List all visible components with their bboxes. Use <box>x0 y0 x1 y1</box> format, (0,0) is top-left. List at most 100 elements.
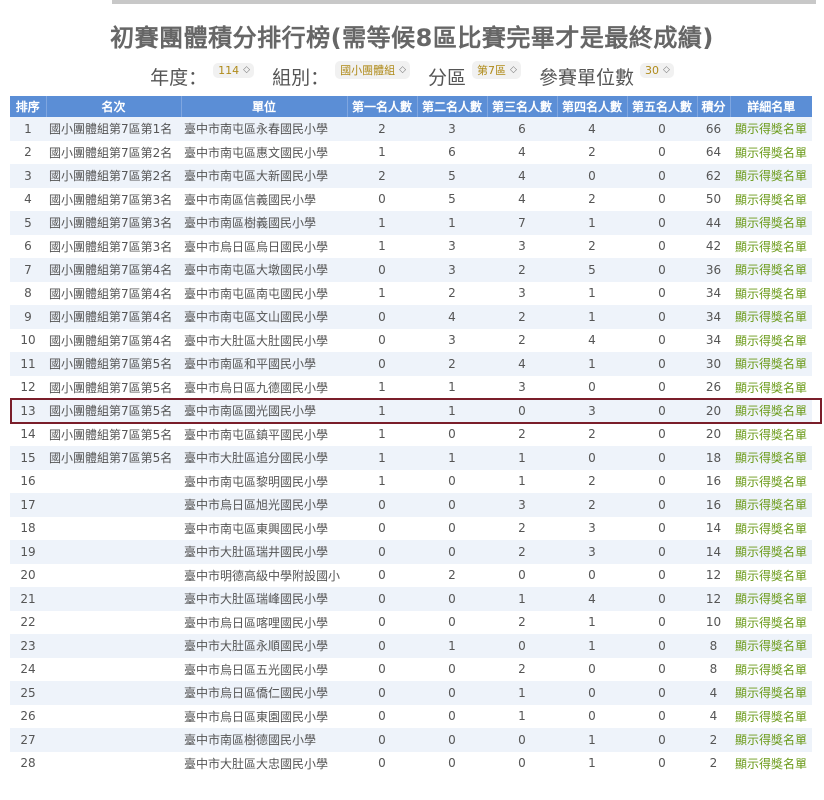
show-award-list-link[interactable]: 顯示得獎名單 <box>735 498 807 512</box>
cell-score: 4 <box>709 685 718 700</box>
table-row: 4 國小團體組第7區第3名 臺中市南區信義國民小學 0 5 4 2 0 50 顯示得獎名單 <box>10 187 812 211</box>
table-row: 23 臺中市大肚區永順國民小學 0 1 0 1 0 8 顯示得獎名單 <box>10 634 812 658</box>
cell-unit: 臺中市南屯區永春國民小學 <box>184 122 329 137</box>
cell-unit: 臺中市大肚區大肚國民小學 <box>184 333 329 348</box>
cell-p5: 0 <box>658 168 666 183</box>
cell-rank: 國小團體組第7區第5名 <box>49 451 173 466</box>
table-row: 16 臺中市南屯區黎明國民小學 1 0 1 2 0 16 顯示得獎名單 <box>10 469 812 494</box>
table-row: 21 臺中市大肚區瑞峰國民小學 0 0 1 4 0 12 顯示得獎名單 <box>10 587 812 611</box>
cell-detail: 顯示得獎名單 <box>730 540 812 564</box>
table-row: 5 國小團體組第7區第3名 臺中市南區樹義國民小學 1 1 7 1 0 44 顯示得獎名單 <box>10 211 812 235</box>
table-row: 17 臺中市烏日區旭光國民小學 0 0 3 2 0 16 顯示得獎名單 <box>10 493 812 517</box>
cell-no: 7 <box>24 262 32 277</box>
show-award-list-link[interactable]: 顯示得獎名單 <box>735 475 807 489</box>
show-award-list-link[interactable]: 顯示得獎名單 <box>735 710 807 724</box>
cell-detail: 顯示得獎名單 <box>730 470 812 494</box>
cell-rank <box>46 470 181 494</box>
show-award-list-link[interactable]: 顯示得獎名單 <box>735 757 807 771</box>
group-label: 組別： <box>272 66 330 89</box>
table-row: 22 臺中市烏日區喀哩國民小學 0 0 2 1 0 10 顯示得獎名單 <box>10 610 812 635</box>
show-award-list-link[interactable]: 顯示得獎名單 <box>735 263 807 277</box>
cell-p2: 0 <box>448 709 456 724</box>
cell-no: 6 <box>24 239 32 254</box>
cell-rank: 國小團體組第7區第4名 <box>49 286 173 301</box>
show-award-list-link[interactable]: 顯示得獎名單 <box>735 216 807 230</box>
cell-p4: 4 <box>588 591 596 606</box>
year-select[interactable]: 114 ◇ <box>213 62 255 78</box>
cell-p3: 2 <box>518 262 526 277</box>
show-award-list-link[interactable]: 顯示得獎名單 <box>735 522 807 536</box>
cell-p4: 2 <box>588 497 596 512</box>
table-row: 19 臺中市大肚區瑞井國民小學 0 0 2 3 0 14 顯示得獎名單 <box>10 540 812 564</box>
show-award-list-link[interactable]: 顯示得獎名單 <box>735 169 807 183</box>
show-award-list-link[interactable]: 顯示得獎名單 <box>735 310 807 324</box>
show-award-list-link[interactable]: 顯示得獎名單 <box>735 569 807 583</box>
cell-p5: 0 <box>658 192 666 207</box>
cell-score: 64 <box>705 145 722 160</box>
table-row: 25 臺中市烏日區僑仁國民小學 0 0 1 0 0 4 顯示得獎名單 <box>10 681 812 705</box>
cell-p5: 0 <box>658 427 666 442</box>
cell-score: 34 <box>705 286 722 301</box>
show-award-list-link[interactable]: 顯示得獎名單 <box>735 240 807 254</box>
show-award-list-link[interactable]: 顯示得獎名單 <box>735 146 807 160</box>
show-award-list-link[interactable]: 顯示得獎名單 <box>735 639 807 653</box>
show-award-list-link[interactable]: 顯示得獎名單 <box>735 663 807 677</box>
cell-rank <box>46 611 181 635</box>
cell-p4: 0 <box>588 709 596 724</box>
district-select[interactable]: 第7區 ◇ <box>472 61 521 79</box>
cell-unit: 臺中市烏日區五光國民小學 <box>184 662 329 677</box>
show-award-list-link[interactable]: 顯示得獎名單 <box>735 193 807 207</box>
cell-p4: 1 <box>588 756 596 771</box>
cell-score: 42 <box>705 239 722 254</box>
show-award-list-link[interactable]: 顯示得獎名單 <box>735 451 807 465</box>
units-select[interactable]: 30 ◇ <box>639 62 674 78</box>
cell-detail: 顯示得獎名單 <box>730 305 812 329</box>
chevron-updown-icon: ◇ <box>399 65 406 75</box>
cell-p4: 1 <box>588 215 596 230</box>
show-award-list-link[interactable]: 顯示得獎名單 <box>735 733 807 747</box>
group-select[interactable]: 國小團體組 ◇ <box>335 61 410 79</box>
district-label: 分區 <box>428 66 467 89</box>
cell-detail: 顯示得獎名單 <box>730 141 812 165</box>
cell-rank <box>46 540 181 564</box>
cell-unit: 臺中市南屯區東興國民小學 <box>184 521 329 536</box>
cell-p2: 0 <box>448 732 456 747</box>
cell-score: 8 <box>709 638 718 653</box>
cell-rank <box>46 634 181 658</box>
group-select-value: 國小團體組 <box>340 64 396 77</box>
cell-rank <box>46 752 181 776</box>
cell-p1: 1 <box>378 380 386 395</box>
show-award-list-link[interactable]: 顯示得獎名單 <box>735 616 807 630</box>
cell-p1: 1 <box>378 286 386 301</box>
show-award-list-link[interactable]: 顯示得獎名單 <box>735 592 807 606</box>
show-award-list-link[interactable]: 顯示得獎名單 <box>735 381 807 395</box>
cell-rank: 國小團體組第7區第5名 <box>49 357 173 372</box>
cell-detail: 顯示得獎名單 <box>730 258 812 282</box>
cell-no: 11 <box>20 356 36 371</box>
show-award-list-link[interactable]: 顯示得獎名單 <box>735 545 807 559</box>
cell-p1: 0 <box>378 333 386 348</box>
show-award-list-link[interactable]: 顯示得獎名單 <box>735 287 807 301</box>
cell-p3: 2 <box>518 544 526 559</box>
show-award-list-link[interactable]: 顯示得獎名單 <box>735 686 807 700</box>
show-award-list-link[interactable]: 顯示得獎名單 <box>735 334 807 348</box>
cell-p1: 0 <box>378 521 386 536</box>
cell-rank: 國小團體組第7區第2名 <box>49 169 173 184</box>
cell-p2: 3 <box>448 121 456 136</box>
cell-p1: 1 <box>378 145 386 160</box>
cell-no: 15 <box>20 450 36 465</box>
show-award-list-link[interactable]: 顯示得獎名單 <box>735 122 807 136</box>
cell-p5: 0 <box>658 497 666 512</box>
cell-score: 16 <box>705 474 722 489</box>
cell-p4: 4 <box>588 121 596 136</box>
show-award-list-link[interactable]: 顯示得獎名單 <box>735 404 807 418</box>
cell-no: 23 <box>20 638 36 653</box>
cell-score: 18 <box>705 450 722 465</box>
cell-p1: 0 <box>378 497 386 512</box>
cell-p4: 1 <box>588 286 596 301</box>
cell-p3: 4 <box>518 145 526 160</box>
show-award-list-link[interactable]: 顯示得獎名單 <box>735 357 807 371</box>
cell-p3: 1 <box>518 474 526 489</box>
show-award-list-link[interactable]: 顯示得獎名單 <box>735 428 807 442</box>
column-header: 積分 <box>697 96 731 117</box>
